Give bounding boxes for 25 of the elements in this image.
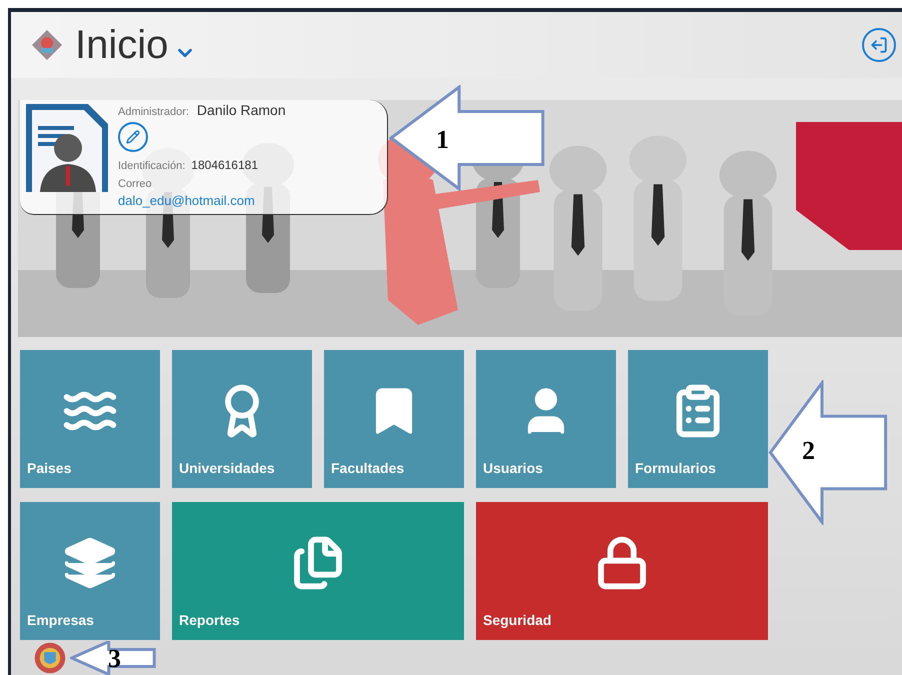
app-logo-icon bbox=[31, 29, 63, 61]
callout-number: 3 bbox=[108, 646, 121, 672]
id-label: Identificación: bbox=[118, 160, 186, 174]
role-label: Administrador: bbox=[118, 106, 189, 120]
seal-icon bbox=[34, 642, 66, 674]
email-label: Correo bbox=[118, 178, 153, 192]
menu-tile[interactable]: Seguridad bbox=[476, 502, 768, 640]
menu-tile[interactable]: Universidades bbox=[172, 350, 312, 488]
pencil-icon bbox=[126, 130, 140, 144]
menu-tile[interactable]: Reportes bbox=[172, 502, 464, 640]
menu-tile[interactable]: Empresas bbox=[20, 502, 160, 640]
menu-tile[interactable]: Formularios bbox=[628, 350, 768, 488]
page-title: Inicio bbox=[75, 25, 168, 65]
logout-button[interactable] bbox=[862, 28, 896, 62]
menu-tile[interactable]: Facultades bbox=[324, 350, 464, 488]
logout-icon bbox=[870, 36, 888, 54]
id-number: 1804616181 bbox=[191, 158, 258, 173]
callout-number: 1 bbox=[436, 127, 449, 153]
layers-icon bbox=[62, 535, 118, 591]
menu-tile[interactable]: Paises bbox=[20, 350, 160, 488]
menu-tile[interactable]: Usuarios bbox=[476, 350, 616, 488]
callout-number: 2 bbox=[802, 438, 815, 464]
email-link[interactable]: dalo_edu@hotmail.com bbox=[118, 193, 286, 210]
user-name: Danilo Ramon bbox=[196, 102, 286, 120]
edit-button[interactable] bbox=[118, 122, 148, 152]
